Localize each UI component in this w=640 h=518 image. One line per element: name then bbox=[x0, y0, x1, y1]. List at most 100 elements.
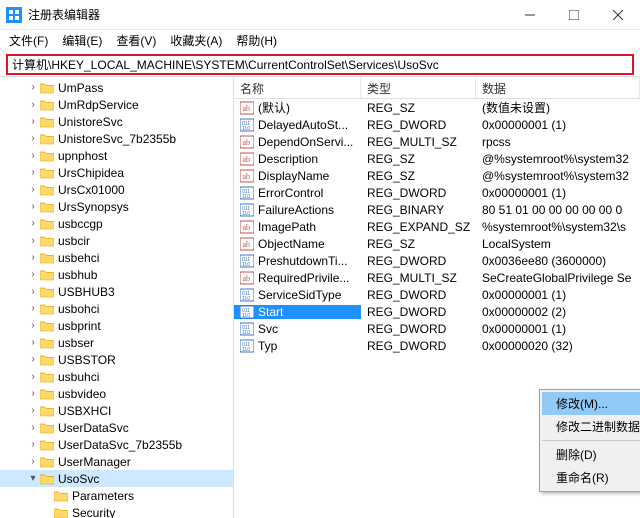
maximize-button[interactable] bbox=[552, 0, 596, 30]
expander-closed-icon[interactable]: › bbox=[28, 269, 38, 280]
folder-icon bbox=[40, 337, 54, 349]
tree-item-usbser[interactable]: ›usbser bbox=[0, 334, 233, 351]
expander-closed-icon[interactable]: › bbox=[28, 286, 38, 297]
value-row[interactable]: 011110TypREG_DWORD0x00000020 (32) bbox=[234, 337, 640, 354]
tree-item-UmPass[interactable]: › UmPass bbox=[0, 79, 233, 96]
expander-closed-icon[interactable]: › bbox=[28, 99, 38, 110]
expander-closed-icon[interactable]: › bbox=[28, 184, 38, 195]
tree-item-usbuhci[interactable]: ›usbuhci bbox=[0, 368, 233, 385]
value-row[interactable]: 011110ErrorControlREG_DWORD0x00000001 (1… bbox=[234, 184, 640, 201]
tree-item-Parameters[interactable]: Parameters bbox=[0, 487, 233, 504]
value-type: REG_DWORD bbox=[361, 305, 476, 319]
menu-file[interactable]: 文件(F) bbox=[2, 30, 55, 51]
tree-item-usbcir[interactable]: ›usbcir bbox=[0, 232, 233, 249]
expander-closed-icon[interactable]: › bbox=[28, 150, 38, 161]
tree-item-usbehci[interactable]: ›usbehci bbox=[0, 249, 233, 266]
tree-item-USBXHCI[interactable]: › USBXHCI bbox=[0, 402, 233, 419]
expander-closed-icon[interactable]: › bbox=[28, 167, 38, 178]
tree-item-label: UmPass bbox=[58, 81, 103, 95]
menu-favorites[interactable]: 收藏夹(A) bbox=[163, 30, 229, 51]
value-row[interactable]: abDisplayNameREG_SZ@%systemroot%\system3… bbox=[234, 167, 640, 184]
value-row[interactable]: 011110StartREG_DWORD0x00000002 (2) bbox=[234, 303, 640, 320]
ctx-modify-bin[interactable]: 修改二进制数据(B)... bbox=[542, 415, 640, 438]
svg-text:110: 110 bbox=[242, 313, 250, 319]
tree-item-USBHUB3[interactable]: ›USBHUB3 bbox=[0, 283, 233, 300]
tree-item-UserDataSvc[interactable]: ›UserDataSvc bbox=[0, 419, 233, 436]
tree-item-label: USBXHCI bbox=[58, 404, 111, 418]
expander-closed-icon[interactable]: › bbox=[28, 337, 38, 348]
tree-item-UrsSynopsys[interactable]: ›UrsSynopsys bbox=[0, 198, 233, 215]
value-row[interactable]: abImagePathREG_EXPAND_SZ%systemroot%\sys… bbox=[234, 218, 640, 235]
expander-closed-icon[interactable]: › bbox=[28, 422, 38, 433]
expander-closed-icon[interactable]: › bbox=[28, 201, 38, 212]
tree-item-UnistoreSvc[interactable]: ›UnistoreSvc bbox=[0, 113, 233, 130]
expander-open-icon[interactable]: ▾ bbox=[28, 473, 38, 484]
binary-value-icon: 011110 bbox=[240, 118, 254, 132]
value-data: 0x00000001 (1) bbox=[476, 118, 640, 132]
expander-closed-icon[interactable]: › bbox=[28, 354, 38, 365]
expander-closed-icon[interactable]: › bbox=[28, 235, 38, 246]
tree-item-UrsChipidea[interactable]: ›UrsChipidea bbox=[0, 164, 233, 181]
tree-item-label: USBSTOR bbox=[58, 353, 116, 367]
expander-closed-icon[interactable]: › bbox=[28, 371, 38, 382]
value-row[interactable]: 011110SvcREG_DWORD0x00000001 (1) bbox=[234, 320, 640, 337]
tree-item-usbvideo[interactable]: ›usbvideo bbox=[0, 385, 233, 402]
expander-closed-icon[interactable]: › bbox=[28, 303, 38, 314]
expander-closed-icon[interactable]: › bbox=[28, 252, 38, 263]
tree-item-UserManager[interactable]: ›UserManager bbox=[0, 453, 233, 470]
column-name[interactable]: 名称 bbox=[234, 77, 361, 98]
ctx-modify[interactable]: 修改(M)... bbox=[542, 392, 640, 415]
value-row[interactable]: abObjectNameREG_SZLocalSystem bbox=[234, 235, 640, 252]
tree-item-usbprint[interactable]: ›usbprint bbox=[0, 317, 233, 334]
tree-pane[interactable]: › UmPass›UmRdpService›UnistoreSvc›Unistor… bbox=[0, 77, 234, 518]
tree-item-USBSTOR[interactable]: › USBSTOR bbox=[0, 351, 233, 368]
menu-view[interactable]: 查看(V) bbox=[109, 30, 163, 51]
column-type[interactable]: 类型 bbox=[361, 77, 476, 98]
ctx-delete[interactable]: 删除(D) bbox=[542, 443, 640, 466]
tree-item-UmRdpService[interactable]: ›UmRdpService bbox=[0, 96, 233, 113]
address-bar[interactable]: 计算机\HKEY_LOCAL_MACHINE\SYSTEM\CurrentCon… bbox=[6, 54, 634, 75]
svg-text:110: 110 bbox=[242, 211, 250, 217]
expander-closed-icon[interactable]: › bbox=[28, 439, 38, 450]
close-button[interactable] bbox=[596, 0, 640, 30]
binary-value-icon: 011110 bbox=[240, 186, 254, 200]
expander-closed-icon[interactable]: › bbox=[28, 456, 38, 467]
minimize-button[interactable] bbox=[508, 0, 552, 30]
value-row[interactable]: 011110ServiceSidTypeREG_DWORD0x00000001 … bbox=[234, 286, 640, 303]
expander-closed-icon[interactable]: › bbox=[28, 82, 38, 93]
value-row[interactable]: 011110PreshutdownTi...REG_DWORD0x0036ee8… bbox=[234, 252, 640, 269]
folder-icon bbox=[40, 388, 54, 400]
tree-item-usbccgp[interactable]: ›usbccgp bbox=[0, 215, 233, 232]
binary-value-icon: 011110 bbox=[240, 288, 254, 302]
tree-item-upnphost[interactable]: ›upnphost bbox=[0, 147, 233, 164]
tree-item-usbohci[interactable]: ›usbohci bbox=[0, 300, 233, 317]
tree-item-Security[interactable]: Security bbox=[0, 504, 233, 518]
value-name: Svc bbox=[258, 322, 278, 336]
expander-closed-icon[interactable]: › bbox=[28, 320, 38, 331]
tree-item-UnistoreSvc_7b2355b[interactable]: ›UnistoreSvc_7b2355b bbox=[0, 130, 233, 147]
tree-item-UsoSvc[interactable]: ▾UsoSvc bbox=[0, 470, 233, 487]
value-name: ErrorControl bbox=[258, 186, 323, 200]
value-row[interactable]: abRequiredPrivile...REG_MULTI_SZSeCreate… bbox=[234, 269, 640, 286]
column-data[interactable]: 数据 bbox=[476, 77, 640, 98]
menu-edit[interactable]: 编辑(E) bbox=[55, 30, 109, 51]
expander-closed-icon[interactable]: › bbox=[28, 405, 38, 416]
expander-closed-icon[interactable]: › bbox=[28, 133, 38, 144]
value-row[interactable]: 011110FailureActionsREG_BINARY80 51 01 0… bbox=[234, 201, 640, 218]
expander-closed-icon[interactable]: › bbox=[28, 388, 38, 399]
tree-item-UrsCx01000[interactable]: ›UrsCx01000 bbox=[0, 181, 233, 198]
tree-item-UserDataSvc_7b2355b[interactable]: ›UserDataSvc_7b2355b bbox=[0, 436, 233, 453]
value-type: REG_DWORD bbox=[361, 288, 476, 302]
value-row[interactable]: abDependOnServi...REG_MULTI_SZrpcss bbox=[234, 133, 640, 150]
list-pane: 名称 类型 数据 ab(默认)REG_SZ(数值未设置)011110Delaye… bbox=[234, 77, 640, 518]
tree-item-usbhub[interactable]: ›usbhub bbox=[0, 266, 233, 283]
value-row[interactable]: 011110DelayedAutoSt...REG_DWORD0x0000000… bbox=[234, 116, 640, 133]
svg-text:110: 110 bbox=[242, 126, 250, 132]
value-row[interactable]: abDescriptionREG_SZ@%systemroot%\system3… bbox=[234, 150, 640, 167]
svg-text:ab: ab bbox=[243, 155, 251, 164]
expander-closed-icon[interactable]: › bbox=[28, 116, 38, 127]
expander-closed-icon[interactable]: › bbox=[28, 218, 38, 229]
value-row[interactable]: ab(默认)REG_SZ(数值未设置) bbox=[234, 99, 640, 116]
ctx-rename[interactable]: 重命名(R) bbox=[542, 466, 640, 489]
menu-help[interactable]: 帮助(H) bbox=[229, 30, 284, 51]
